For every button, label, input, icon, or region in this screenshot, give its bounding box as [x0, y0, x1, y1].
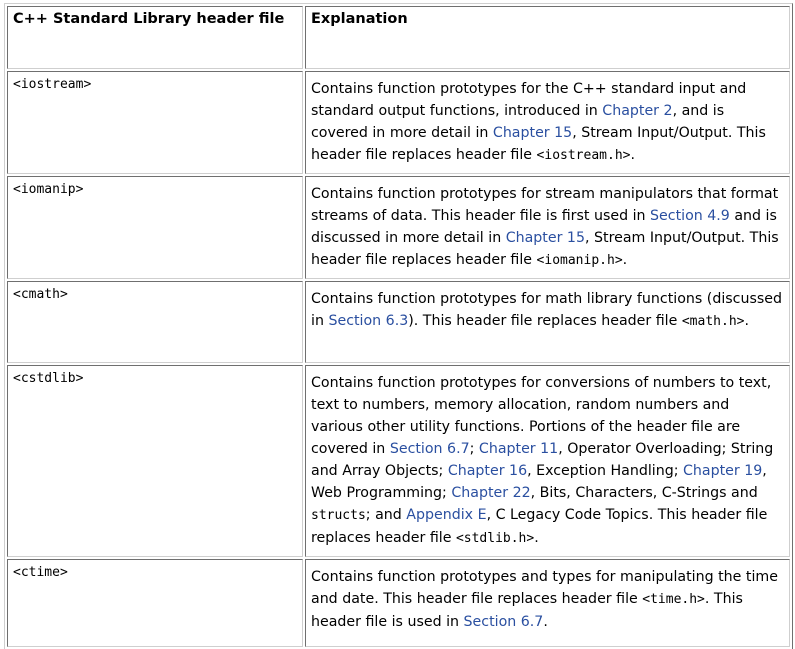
cross-reference-link[interactable]: Section 6.7 [464, 614, 544, 630]
code-text: <stdlib.h> [455, 531, 535, 546]
table-row: <cstdlib> Contains function prototypes f… [7, 365, 790, 557]
explanation-text: . [630, 147, 635, 163]
cross-reference-link[interactable]: Section 4.9 [650, 208, 730, 224]
cross-reference-link[interactable]: Chapter 19 [683, 463, 762, 479]
cross-reference-link[interactable]: Chapter 22 [451, 485, 530, 501]
cross-reference-link[interactable]: Chapter 2 [602, 103, 672, 119]
table-row: <cmath> Contains function prototypes for… [7, 281, 790, 363]
explanation-text: ). This header file replaces header file [408, 313, 682, 329]
cross-reference-link[interactable]: Section 6.3 [328, 313, 408, 329]
cross-reference-link[interactable]: Chapter 11 [479, 441, 558, 457]
code-text: <iomanip.h> [536, 253, 623, 268]
table-row: <iostream> Contains function prototypes … [7, 71, 790, 174]
explanation-text: . [543, 614, 548, 630]
code-text: <iostream.h> [536, 148, 631, 163]
table-row: <ctime> Contains function prototypes and… [7, 559, 790, 647]
table-row: <iomanip> Contains function prototypes f… [7, 176, 790, 279]
explanation-text: . [744, 313, 749, 329]
header-file-cell: <iostream> [7, 71, 303, 174]
explanation-cell: Contains function prototypes for math li… [305, 281, 790, 363]
explanation-text: , Bits, Characters, C-Strings and [530, 485, 758, 501]
cross-reference-link[interactable]: Chapter 16 [448, 463, 527, 479]
cross-reference-link[interactable]: Chapter 15 [493, 125, 572, 141]
explanation-text: , Exception Handling; [527, 463, 683, 479]
header-file-cell: <ctime> [7, 559, 303, 647]
cross-reference-link[interactable]: Appendix E [406, 507, 486, 523]
column-header-file: C++ Standard Library header file [7, 6, 303, 69]
code-text: <math.h> [681, 314, 745, 329]
explanation-cell: Contains function prototypes for the C++… [305, 71, 790, 174]
header-file-cell: <cmath> [7, 281, 303, 363]
explanation-cell: Contains function prototypes and types f… [305, 559, 790, 647]
explanation-cell: Contains function prototypes for convers… [305, 365, 790, 557]
explanation-text: . [534, 530, 539, 546]
code-text: <time.h> [642, 592, 705, 607]
code-text: structs [311, 508, 366, 523]
header-files-table: C++ Standard Library header file Explana… [4, 3, 793, 649]
explanation-text: ; and [365, 507, 407, 523]
cross-reference-link[interactable]: Chapter 15 [506, 230, 585, 246]
table-header-row: C++ Standard Library header file Explana… [7, 6, 790, 69]
header-file-cell: <iomanip> [7, 176, 303, 279]
column-header-explanation: Explanation [305, 6, 790, 69]
explanation-cell: Contains function prototypes for stream … [305, 176, 790, 279]
cross-reference-link[interactable]: Section 6.7 [390, 441, 470, 457]
explanation-text: . [622, 252, 628, 268]
explanation-text: ; [469, 441, 479, 457]
header-file-cell: <cstdlib> [7, 365, 303, 557]
